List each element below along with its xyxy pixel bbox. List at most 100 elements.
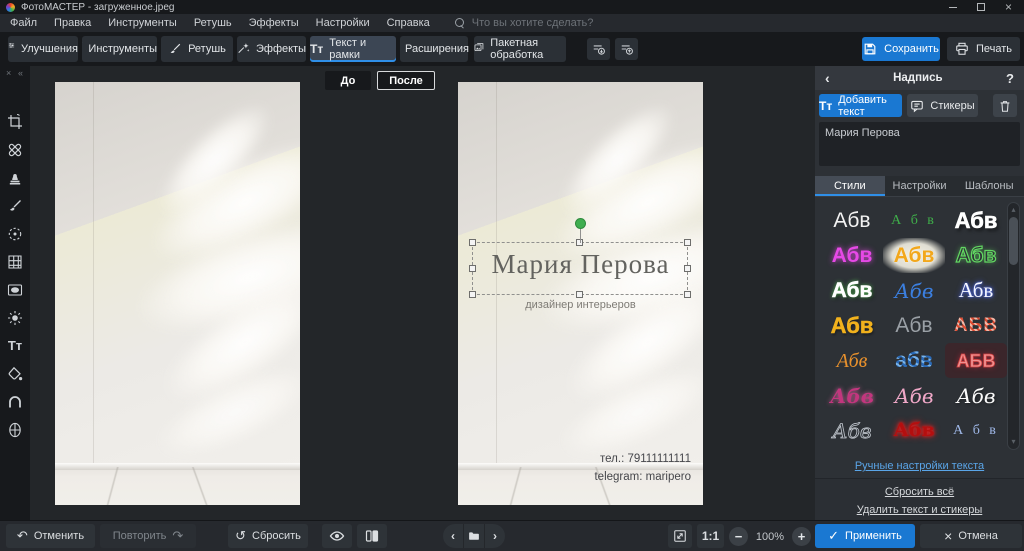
text-style-tile[interactable]: АБВ: [945, 343, 1007, 378]
text-style-tile[interactable]: Абв: [821, 378, 883, 413]
reset-button[interactable]: ↺ Сбросить: [228, 524, 308, 548]
menu-file[interactable]: Файл: [10, 17, 37, 29]
text-style-tile[interactable]: Абв: [945, 273, 1007, 308]
text-style-tile[interactable]: Абв: [883, 238, 945, 273]
text-style-tile[interactable]: Абв: [821, 238, 883, 273]
overlay-subtitle-text[interactable]: дизайнер интерьеров: [458, 299, 703, 311]
import-preset-button[interactable]: [615, 38, 638, 60]
prev-photo-button[interactable]: ‹: [443, 524, 463, 548]
tab-tools[interactable]: Инструменты: [82, 36, 157, 62]
text-style-tile[interactable]: Абв: [821, 308, 883, 343]
print-button[interactable]: Печать: [947, 37, 1020, 61]
text-style-tile[interactable]: Абв: [883, 378, 945, 413]
text-style-tile[interactable]: Абв: [945, 378, 1007, 413]
tab-retouch[interactable]: Ретушь: [161, 36, 233, 62]
resize-handle[interactable]: [469, 239, 476, 246]
minimize-icon[interactable]: [948, 6, 957, 8]
text-style-tile[interactable]: абв: [883, 343, 945, 378]
vignette-icon[interactable]: [7, 282, 23, 298]
resize-handle[interactable]: [684, 239, 691, 246]
text-style-tile[interactable]: АБВ: [945, 308, 1007, 343]
styles-scrollbar[interactable]: ▴ ▾: [1007, 202, 1020, 450]
text-style-tile[interactable]: Абв: [821, 203, 883, 238]
text-style-tile[interactable]: Абв: [821, 448, 883, 455]
scroll-down-icon[interactable]: ▾: [1008, 438, 1019, 446]
resize-handle[interactable]: [469, 291, 476, 298]
menu-help[interactable]: Справка: [387, 17, 430, 29]
tab-improvements[interactable]: Улучшения: [8, 36, 78, 62]
text-style-tile[interactable]: Абв: [821, 413, 883, 448]
text-input[interactable]: Мария Перова: [819, 122, 1020, 166]
add-text-button[interactable]: Tт Добавить текст: [819, 94, 902, 118]
before-button[interactable]: До: [325, 71, 371, 90]
resize-handle[interactable]: [576, 291, 583, 298]
text-tool-icon[interactable]: Tт: [7, 338, 23, 354]
text-style-tile[interactable]: А б в: [883, 203, 945, 238]
tab-extensions[interactable]: Расширения: [400, 36, 469, 62]
resize-handle[interactable]: [684, 264, 691, 272]
export-preset-button[interactable]: [587, 38, 610, 60]
face-mesh-icon[interactable]: [7, 422, 23, 438]
text-style-tile[interactable]: Абв: [883, 273, 945, 308]
zoom-in-button[interactable]: +: [792, 527, 811, 546]
menu-tools[interactable]: Инструменты: [108, 17, 177, 29]
close-icon[interactable]: ×: [1005, 1, 1012, 13]
zoom-1-1-button[interactable]: 1:1: [697, 524, 724, 548]
sidebar-collapse-icon[interactable]: «: [18, 68, 23, 78]
delete-button[interactable]: [993, 94, 1017, 117]
text-style-tile[interactable]: Абв: [821, 343, 883, 378]
clone-stamp-icon[interactable]: [7, 170, 23, 186]
rotate-handle[interactable]: [575, 218, 586, 229]
text-style-tile[interactable]: Абв: [945, 448, 1007, 455]
next-photo-button[interactable]: ›: [484, 524, 505, 548]
delete-text-stickers-link[interactable]: Удалить текст и стикеры: [815, 504, 1024, 516]
after-button[interactable]: После: [377, 71, 435, 90]
help-icon[interactable]: ?: [1006, 71, 1014, 86]
text-selection-box[interactable]: [469, 218, 691, 298]
zoom-out-button[interactable]: −: [729, 527, 748, 546]
tab-effects[interactable]: Эффекты: [237, 36, 306, 62]
curve-arc-icon[interactable]: [7, 394, 23, 410]
tab-text-frames[interactable]: Tт Текст и рамки: [310, 36, 396, 62]
text-style-tile[interactable]: Абв: [945, 203, 1007, 238]
text-style-tile[interactable]: А б в: [945, 413, 1007, 448]
search-input[interactable]: Что вы хотите сделать?: [454, 17, 593, 29]
brightness-icon[interactable]: [7, 310, 23, 326]
resize-handle[interactable]: [684, 291, 691, 298]
apply-button[interactable]: ✓ Применить: [815, 524, 915, 548]
text-style-tile[interactable]: Абв: [883, 413, 945, 448]
maximize-icon[interactable]: [976, 3, 985, 11]
fit-screen-button[interactable]: [668, 524, 692, 548]
stickers-button[interactable]: Стикеры: [907, 94, 978, 117]
cancel-button[interactable]: × Отмена: [920, 524, 1022, 548]
resize-handle[interactable]: [469, 264, 476, 272]
overlay-contact-text[interactable]: тел.: 79111111111 telegram: maripero: [594, 450, 691, 486]
redo-button[interactable]: Повторить ↷: [100, 524, 196, 548]
compare-view-button[interactable]: [357, 524, 387, 548]
reset-all-link[interactable]: Сбросить всё: [815, 486, 1024, 498]
adjustment-brush-icon[interactable]: [7, 198, 23, 214]
healing-patch-icon[interactable]: [7, 142, 23, 158]
text-style-tile[interactable]: Абв: [821, 273, 883, 308]
fill-bucket-icon[interactable]: [7, 366, 23, 382]
text-style-tile[interactable]: Абв: [883, 308, 945, 343]
menu-effects[interactable]: Эффекты: [249, 17, 299, 29]
menu-retouch[interactable]: Ретушь: [194, 17, 232, 29]
manual-text-settings-link[interactable]: Ручные настройки текста: [815, 460, 1024, 472]
text-style-tile[interactable]: Абв: [945, 238, 1007, 273]
tab-templates[interactable]: Шаблоны: [954, 176, 1024, 196]
undo-button[interactable]: ↶ Отменить: [6, 524, 95, 548]
scroll-up-icon[interactable]: ▴: [1008, 206, 1019, 214]
tab-batch-processing[interactable]: Пакетная обработка: [474, 36, 566, 62]
tab-styles[interactable]: Стили: [815, 176, 885, 196]
tab-settings[interactable]: Настройки: [885, 176, 955, 196]
mosaic-icon[interactable]: [7, 254, 23, 270]
radial-filter-icon[interactable]: [7, 226, 23, 242]
save-button[interactable]: Сохранить: [862, 37, 940, 61]
scrollbar-thumb[interactable]: [1009, 217, 1018, 265]
text-style-tile[interactable]: Абв: [883, 448, 945, 455]
open-folder-button[interactable]: [463, 524, 484, 548]
crop-rotate-icon[interactable]: [7, 114, 23, 130]
menu-settings[interactable]: Настройки: [316, 17, 370, 29]
menu-edit[interactable]: Правка: [54, 17, 91, 29]
